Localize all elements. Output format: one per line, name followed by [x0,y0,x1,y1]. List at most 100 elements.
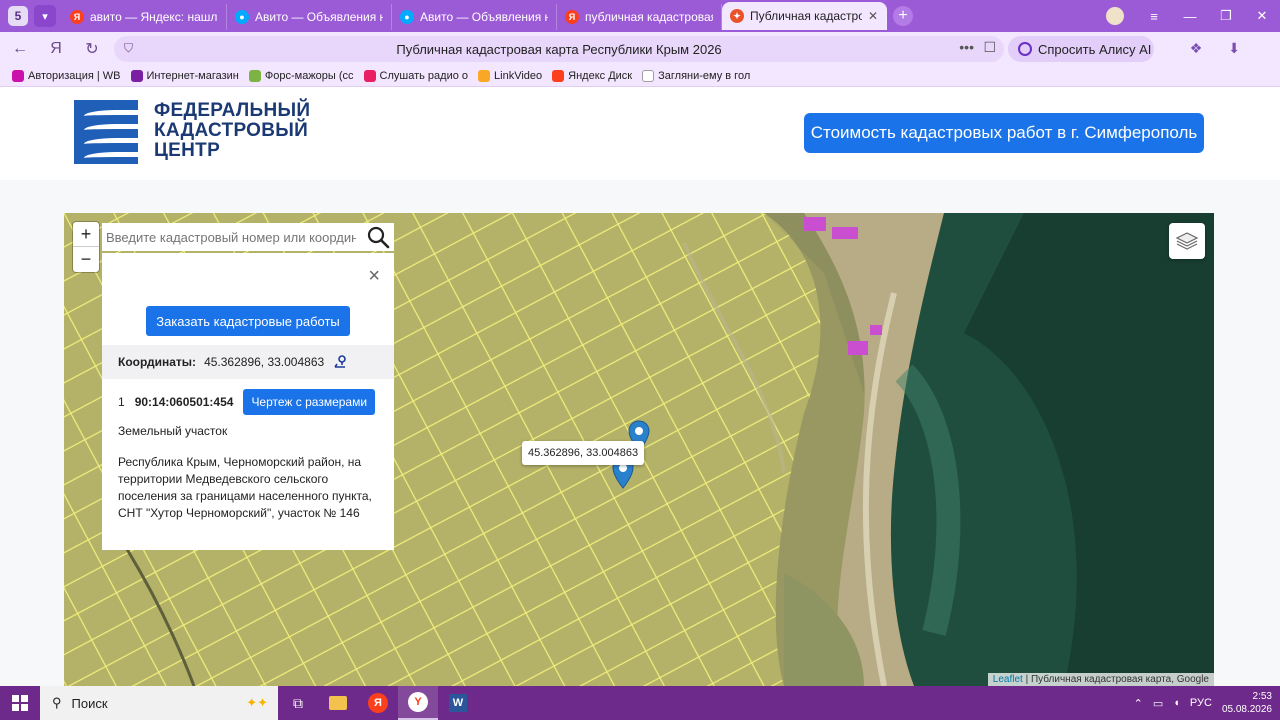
logo-line: КАДАСТРОВЫЙ [154,120,309,141]
order-cadastral-works-button[interactable]: Заказать кадастровые работы [146,306,350,336]
tab-title: Авито — Объявления на с [420,10,548,24]
clock-time: 2:53 [1252,691,1272,702]
back-icon[interactable]: ← [2,40,38,58]
language-indicator[interactable]: РУС [1190,697,1212,709]
cadastral-number[interactable]: 90:14:060501:454 [135,395,234,409]
marker-coordinates-tooltip: 45.362896, 33.004863 [522,441,645,465]
toolbar-icons: ❖ ⬇ [1190,40,1240,57]
leaflet-link[interactable]: Leaflet [993,674,1023,685]
search-icon[interactable] [366,225,390,249]
bookmark-item[interactable]: Загляни-ему в гол [642,70,750,82]
logo-line: ФЕДЕРАЛЬНЫЙ [154,100,311,121]
page-icon [642,70,655,82]
browser-tab[interactable]: ● Авито — Объявления на с [392,4,557,30]
wb-icon [12,70,24,82]
bookmark-item[interactable]: Авторизация | WB [12,70,121,82]
browser-tab-active[interactable]: ✦ Публичная кадастровая к ✕ [722,2,887,30]
address-bar-row: ← Я ↻ ⛉ Публичная кадастровая карта Респ… [0,32,1280,66]
tab-title: авито — Яндекс: нашлось [90,10,218,24]
fkc-logo-icon[interactable] [74,100,138,164]
alice-button[interactable]: Спросить Алису AI [1008,36,1154,62]
close-window-icon[interactable]: ✕ [1244,8,1280,24]
bookmark-label: Авторизация | WB [28,70,121,82]
zoom-out-button[interactable]: − [73,247,99,272]
tabs-dropdown-icon[interactable]: ▾ [34,5,56,27]
bookmark-label: Яндекс Диск [568,70,633,82]
drawing-with-dimensions-button[interactable]: Чертеж с размерами [243,389,376,415]
minimize-icon[interactable]: — [1172,9,1208,24]
coordinates-value: 45.362896, 33.004863 [204,355,325,369]
bookmark-icon[interactable]: ☐ [983,39,996,56]
bookmark-item[interactable]: LinkVideo [478,70,542,82]
zoom-control: + − [73,222,99,272]
map-attribution: Leaflet | Публичная кадастровая карта, G… [987,673,1214,686]
word-icon[interactable]: W [438,686,478,720]
bookmark-label: Загляни-ему в гол [658,70,751,82]
reload-icon[interactable]: ↻ [74,39,110,59]
yandex-browser-icon[interactable]: Y [398,686,438,720]
bookmarks-menu-icon[interactable]: ≡ [1136,9,1172,24]
volume-icon[interactable]: ◖ [1173,697,1180,709]
radio-icon [363,70,376,82]
address-field[interactable]: ⛉ Публичная кадастровая карта Республики… [114,36,1004,62]
close-tab-icon[interactable]: ✕ [868,9,878,23]
bookmark-item[interactable]: Интернет-магазин [130,70,239,82]
location-icon[interactable] [332,354,348,370]
taskbar-search[interactable]: ⚲ Поиск ✦✦ [40,686,278,720]
window-controls: ≡ — ❐ ✕ [1106,0,1280,32]
attribution-text: | Публичная кадастровая карта, Google [1022,674,1209,685]
coordinates-row: Координаты: 45.362896, 33.004863 [102,345,394,379]
bookmark-label: Интернет-магазин [146,70,239,82]
cadastral-map[interactable]: + − × Заказать кадастровые работы Коорди… [64,213,1214,686]
close-icon[interactable]: × [368,265,380,288]
tab-strip: Я авито — Яндекс: нашлось ● Авито — Объя… [62,2,887,30]
layers-control[interactable] [1169,223,1205,259]
parcel-popup: × Заказать кадастровые работы Координаты… [102,253,394,550]
map-search [102,223,394,251]
tab-counter[interactable]: 5 [8,6,28,26]
more-icon[interactable]: ••• [959,39,974,55]
cadastral-cost-button[interactable]: Стоимость кадастровых работ в г. Симферо… [804,113,1204,153]
layers-icon [1175,232,1199,250]
coordinates-label: Координаты: [118,355,197,369]
browser-tab[interactable]: ● Авито — Объявления на с [227,4,392,30]
cadastral-search-input[interactable] [102,224,356,250]
chevron-up-icon[interactable]: ⌃ [1134,697,1143,710]
yandex-home-icon[interactable]: Я [38,40,74,58]
windows-start-icon[interactable] [0,686,40,720]
system-tray: ⌃ ▭ ◖ РУС 2:53 05.08.2026 [1134,686,1272,720]
yandex-icon[interactable]: Я [358,686,398,720]
tab-title: публичная кадастровая к [585,10,713,24]
yandex-icon: Я [565,10,579,24]
avito-icon: ● [235,10,249,24]
logo-text[interactable]: ФЕДЕРАЛЬНЫЙ КАДАСТРОВЫЙ ЦЕНТР [154,101,310,161]
task-view-icon[interactable]: ⧉ [278,686,318,720]
file-explorer-icon[interactable] [318,686,358,720]
downloads-icon[interactable]: ⬇ [1228,40,1240,57]
collections-icon[interactable]: ❖ [1190,40,1203,57]
network-icon[interactable]: ▭ [1153,697,1163,710]
bookmark-item[interactable]: Яндекс Диск [552,70,632,82]
bookmark-item[interactable]: Форс-мажоры (сс [248,70,354,82]
sparkle-icon: ✦✦ [246,695,268,710]
bookmark-label: Форс-мажоры (сс [264,70,354,82]
clock[interactable]: 2:53 05.08.2026 [1222,690,1272,716]
new-tab-button[interactable]: + [893,6,913,26]
profile-avatar[interactable] [1106,7,1124,25]
logo-line: ЦЕНТР [154,140,221,161]
page-title: Публичная кадастровая карта Республики К… [396,41,722,57]
yandex-icon: Я [70,10,84,24]
zoom-in-button[interactable]: + [73,222,99,247]
parcel-row: 1 90:14:060501:454 Чертеж с размерами [118,389,376,415]
alice-icon [1018,42,1032,56]
search-icon: ⚲ [52,695,62,710]
browser-tab[interactable]: Я публичная кадастровая к [557,4,722,30]
site-header: ФЕДЕРАЛЬНЫЙ КАДАСТРОВЫЙ ЦЕНТР Стоимость … [0,87,1280,180]
shield-icon: ⛉ [124,41,134,55]
maximize-icon[interactable]: ❐ [1208,8,1244,24]
parcel-address: Республика Крым, Черноморский район, на … [118,455,372,520]
browser-tab[interactable]: Я авито — Яндекс: нашлось [62,4,227,30]
bookmark-item[interactable]: Слушать радио о [363,70,468,82]
browser-tab-bar: 5 ▾ Я авито — Яндекс: нашлось ● Авито — … [0,0,1280,32]
parcel-type: Земельный участок [118,424,228,438]
